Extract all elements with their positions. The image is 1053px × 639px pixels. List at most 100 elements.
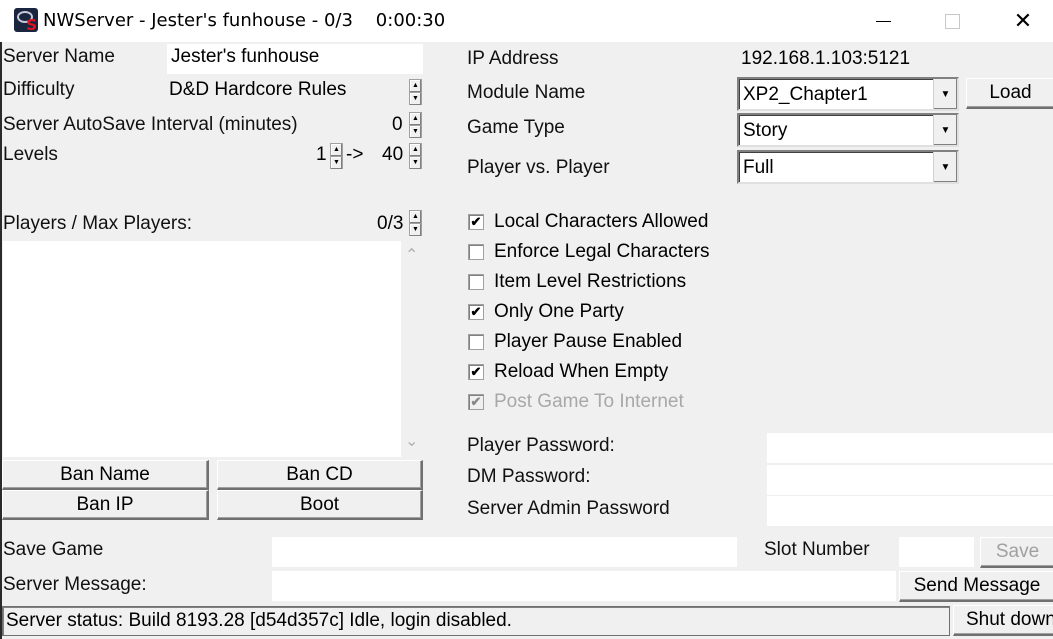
levels-max-value: 40	[382, 144, 404, 165]
players-label: Players / Max Players:	[3, 213, 192, 234]
difficulty-label: Difficulty	[3, 79, 75, 100]
close-button[interactable]: ✕	[988, 0, 1053, 42]
checkmark-icon: ✔	[470, 214, 482, 229]
spin-down-icon[interactable]: ▼	[410, 93, 421, 105]
server-status-text: Server status: Build 8193.28 [d54d357c] …	[6, 610, 512, 631]
close-icon: ✕	[1013, 8, 1033, 34]
spin-up-icon[interactable]: ▲	[331, 144, 342, 157]
ban-ip-button[interactable]: Ban IP	[2, 490, 209, 520]
pvp-label: Player vs. Player	[467, 157, 610, 178]
checkbox-label: Post Game To Internet	[494, 391, 684, 412]
option-player-pause-enabled[interactable]: Player Pause Enabled	[468, 331, 768, 355]
checkbox-label: Local Characters Allowed	[494, 211, 709, 232]
window-border	[0, 42, 2, 639]
module-name-label: Module Name	[467, 82, 586, 103]
module-name-select[interactable]: XP2_Chapter1 ▼	[737, 77, 959, 111]
checkbox[interactable]: ✔	[468, 304, 484, 320]
checkbox-label: Player Pause Enabled	[494, 331, 683, 352]
load-button[interactable]: Load	[966, 78, 1053, 109]
dm-password-input[interactable]	[767, 465, 1053, 495]
checkbox[interactable]: ✔	[468, 364, 484, 380]
option-reload-when-empty[interactable]: ✔ Reload When Empty	[468, 361, 768, 385]
spin-up-icon[interactable]: ▲	[410, 144, 421, 157]
checkbox-label: Enforce Legal Characters	[494, 241, 710, 262]
boot-button[interactable]: Boot	[217, 490, 423, 520]
slot-number-input[interactable]	[899, 537, 974, 567]
spin-down-icon[interactable]: ▼	[410, 126, 421, 138]
scroll-down-icon[interactable]: ⌄	[405, 431, 418, 450]
server-message-label: Server Message:	[3, 574, 147, 595]
option-post-game-to-internet: ✔ Post Game To Internet	[468, 391, 768, 415]
checkbox[interactable]	[468, 334, 484, 350]
admin-password-label: Server Admin Password	[467, 498, 670, 519]
spin-down-icon[interactable]: ▼	[331, 157, 342, 169]
option-item-level-restrictions[interactable]: Item Level Restrictions	[468, 271, 768, 295]
difficulty-spinner[interactable]: ▲ ▼	[409, 79, 422, 105]
maximize-icon	[944, 13, 960, 29]
levels-min-value: 1	[316, 144, 327, 165]
game-type-select[interactable]: Story ▼	[737, 113, 959, 147]
ip-address-value: 192.168.1.103:5121	[741, 48, 911, 69]
checkbox-label: Only One Party	[494, 301, 624, 322]
checkbox[interactable]: ✔	[468, 214, 484, 230]
pvp-select[interactable]: Full ▼	[737, 150, 959, 184]
send-message-button[interactable]: Send Message	[899, 571, 1053, 602]
checkbox[interactable]	[468, 274, 484, 290]
maximize-button[interactable]	[917, 0, 987, 42]
game-type-label: Game Type	[467, 117, 565, 138]
ban-name-button[interactable]: Ban Name	[2, 460, 209, 490]
player-password-input[interactable]	[767, 433, 1053, 463]
minimize-icon	[875, 20, 891, 22]
players-value: 0/3	[377, 213, 404, 234]
levels-arrow: ->	[346, 144, 364, 165]
title-bar: S NWServer - Jester's funhouse - 0/3 0:0…	[0, 0, 1053, 42]
server-name-label: Server Name	[3, 46, 115, 67]
save-button[interactable]: Save	[980, 537, 1053, 568]
levels-max-spinner[interactable]: ▲ ▼	[409, 143, 422, 169]
admin-password-input[interactable]	[767, 496, 1053, 526]
difficulty-value: D&D Hardcore Rules	[169, 79, 347, 100]
checkbox: ✔	[468, 394, 484, 410]
checkmark-icon: ✔	[470, 304, 482, 319]
spin-up-icon[interactable]: ▲	[410, 211, 421, 224]
player-password-label: Player Password:	[467, 435, 615, 456]
option-enforce-legal-characters[interactable]: Enforce Legal Characters	[468, 241, 768, 265]
window-title: NWServer - Jester's funhouse - 0/3 0:00:…	[43, 10, 446, 31]
autosave-value: 0	[392, 114, 403, 135]
chevron-down-icon[interactable]: ▼	[933, 79, 957, 109]
autosave-spinner[interactable]: ▲ ▼	[409, 112, 422, 138]
dm-password-label: DM Password:	[467, 466, 591, 487]
checkmark-icon: ✔	[470, 394, 482, 409]
option-only-one-party[interactable]: ✔ Only One Party	[468, 301, 768, 325]
checkbox-label: Item Level Restrictions	[494, 271, 687, 292]
checkmark-icon: ✔	[470, 364, 482, 379]
minimize-button[interactable]	[848, 0, 918, 42]
scroll-up-icon[interactable]: ⌃	[405, 245, 418, 264]
players-list[interactable]	[3, 241, 401, 457]
chevron-down-icon[interactable]: ▼	[933, 115, 957, 145]
server-message-input[interactable]	[272, 571, 896, 601]
ip-address-label: IP Address	[467, 48, 559, 69]
server-status-bar: Server status: Build 8193.28 [d54d357c] …	[2, 606, 950, 636]
spin-up-icon[interactable]: ▲	[410, 80, 421, 93]
slot-number-label: Slot Number	[764, 539, 870, 560]
autosave-label: Server AutoSave Interval (minutes)	[3, 114, 298, 135]
save-game-label: Save Game	[3, 539, 104, 560]
server-name-input[interactable]: Jester's funhouse	[167, 44, 423, 74]
levels-label: Levels	[3, 144, 58, 165]
save-game-input[interactable]	[272, 537, 737, 567]
spin-down-icon[interactable]: ▼	[410, 224, 421, 236]
nwserver-app-icon[interactable]: S	[14, 8, 38, 32]
spin-down-icon[interactable]: ▼	[410, 157, 421, 169]
ban-cd-button[interactable]: Ban CD	[217, 460, 423, 490]
shutdown-button[interactable]: Shut down	[953, 605, 1053, 636]
options-group: ✔ Local Characters Allowed Enforce Legal C…	[468, 211, 768, 426]
players-list-scrollbar[interactable]: ⌃ ⌄	[401, 241, 423, 457]
max-players-spinner[interactable]: ▲ ▼	[409, 210, 422, 236]
spin-up-icon[interactable]: ▲	[410, 113, 421, 126]
levels-min-spinner[interactable]: ▲ ▼	[330, 143, 343, 169]
checkbox[interactable]	[468, 244, 484, 260]
option-local-characters-allowed[interactable]: ✔ Local Characters Allowed	[468, 211, 768, 235]
chevron-down-icon[interactable]: ▼	[933, 152, 957, 182]
checkbox-label: Reload When Empty	[494, 361, 669, 382]
